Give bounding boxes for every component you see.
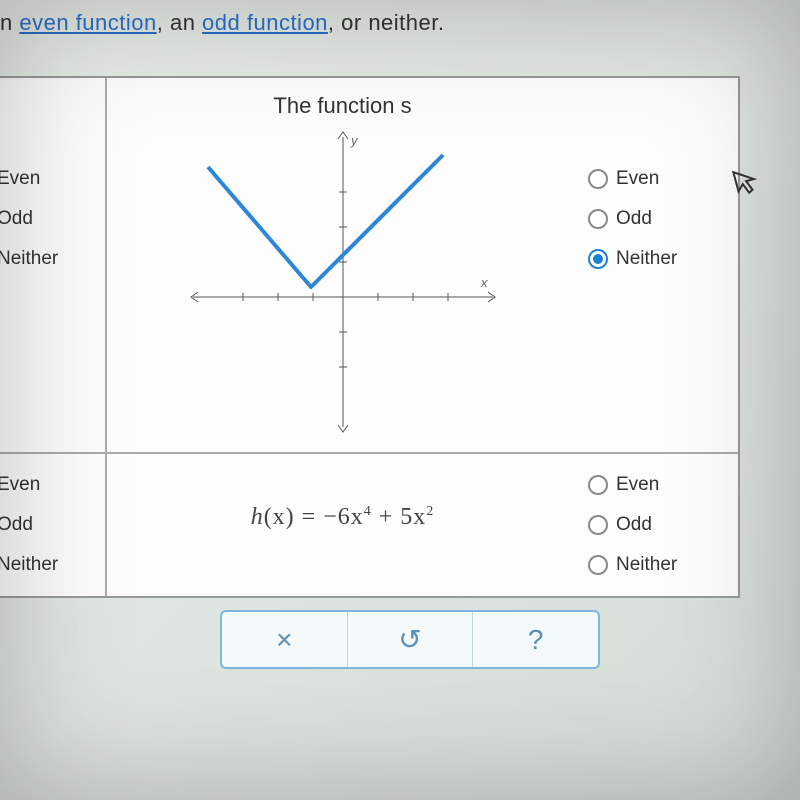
row2-left-neither[interactable]: Neither (0, 554, 97, 576)
row2-left-options: Even Odd Neither (0, 454, 107, 596)
row1-left-odd[interactable]: Odd (0, 208, 97, 230)
prompt-prefix: n (0, 10, 19, 35)
radio-icon (588, 169, 608, 189)
formula-plus: + 5x (372, 504, 427, 530)
formula-x: (x) = −6x (264, 504, 364, 530)
option-label: Neither (0, 248, 58, 270)
undo-button[interactable]: ↺ (348, 612, 474, 667)
option-label: Even (0, 168, 40, 190)
row1-right-even[interactable]: Even (588, 168, 728, 190)
row1-left-even[interactable]: Even (0, 168, 97, 190)
row2-right-options: Even Odd Neither (578, 454, 738, 596)
option-label: Neither (616, 554, 677, 576)
row1-left-neither[interactable]: Neither (0, 248, 97, 270)
help-button[interactable]: ? (473, 612, 598, 667)
option-label: Odd (0, 514, 33, 536)
radio-icon (588, 515, 608, 535)
formula-exp2: 2 (426, 504, 434, 519)
option-label: Odd (616, 514, 652, 536)
help-icon: ? (528, 624, 544, 656)
option-label: Even (616, 474, 659, 496)
row-1: Even Odd Neither The function s (0, 78, 738, 454)
function-title: The function s (273, 93, 411, 119)
option-label: Odd (0, 208, 33, 230)
option-label: Neither (0, 554, 58, 576)
answer-grid: Even Odd Neither The function s (0, 76, 740, 598)
undo-icon: ↺ (398, 623, 421, 656)
row2-right-odd[interactable]: Odd (588, 514, 728, 536)
row2-formula-cell: h(x) = −6x4 + 5x2 (107, 454, 578, 596)
row2-right-neither[interactable]: Neither (588, 554, 728, 576)
radio-icon (588, 249, 608, 269)
function-graph: x y (183, 127, 503, 437)
row1-left-options: Even Odd Neither (0, 78, 107, 452)
function-formula: h(x) = −6x4 + 5x2 (251, 469, 435, 566)
prompt-suffix: , or neither. (328, 10, 445, 35)
radio-icon (588, 475, 608, 495)
row2-left-odd[interactable]: Odd (0, 514, 97, 536)
close-button[interactable]: × (222, 612, 348, 667)
prompt-mid: , an (157, 10, 202, 35)
question-prompt: n even function, an odd function, or nei… (0, 0, 800, 76)
row2-right-even[interactable]: Even (588, 474, 728, 496)
svg-text:y: y (350, 133, 359, 148)
formula-exp1: 4 (364, 504, 372, 519)
option-label: Even (616, 168, 659, 190)
option-label: Neither (616, 248, 677, 270)
row1-right-odd[interactable]: Odd (588, 208, 728, 230)
row1-right-neither[interactable]: Neither (588, 248, 728, 270)
link-even-function[interactable]: even function (19, 10, 156, 35)
formula-h: h (251, 504, 264, 530)
row1-right-options: Even Odd Neither (578, 78, 738, 452)
svg-text:x: x (480, 275, 488, 290)
link-odd-function[interactable]: odd function (202, 10, 328, 35)
option-label: Odd (616, 208, 652, 230)
close-icon: × (276, 624, 292, 656)
option-label: Even (0, 474, 40, 496)
row1-graph-cell: The function s (107, 78, 578, 452)
radio-icon (588, 555, 608, 575)
row-2: Even Odd Neither h(x) = −6x4 + 5x2 Even … (0, 454, 738, 596)
radio-icon (588, 209, 608, 229)
row2-left-even[interactable]: Even (0, 474, 97, 496)
toolbar: × ↺ ? (220, 610, 600, 669)
